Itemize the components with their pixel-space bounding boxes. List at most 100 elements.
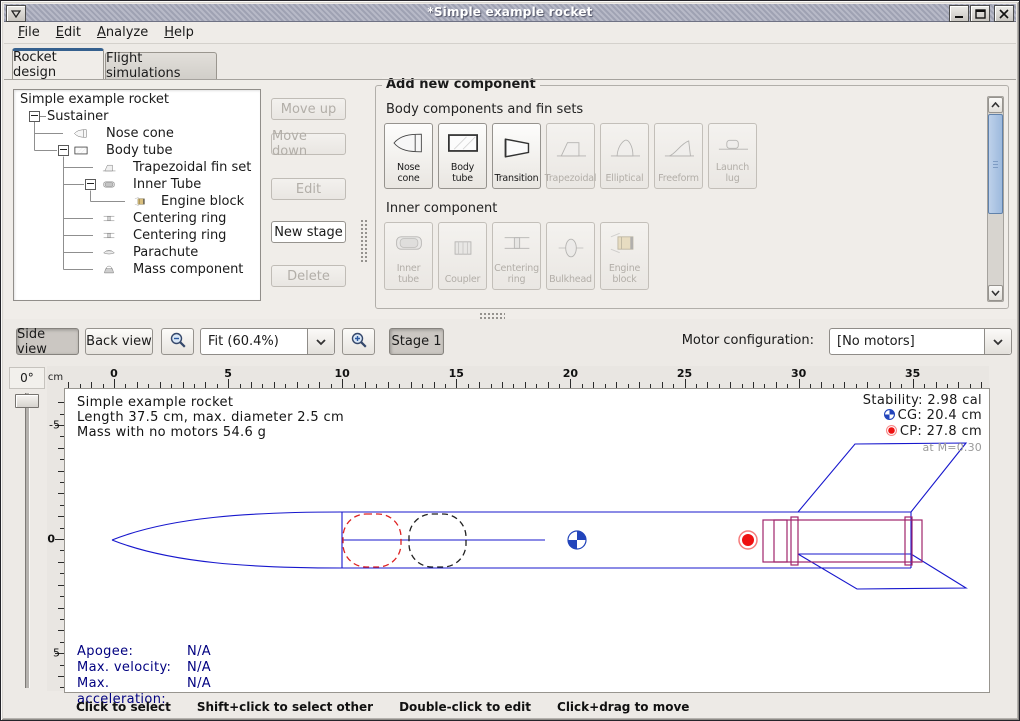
component-button-label: Transition	[495, 174, 539, 186]
view-toolbar: Side view Back view Fit (60.4%) Stage 1 …	[4, 319, 1016, 363]
rotation-slider[interactable]	[25, 393, 30, 688]
tree-item-nose-cone[interactable]: Nose cone	[14, 125, 260, 142]
add-bulkhead-button[interactable]: Bulkhead	[546, 222, 595, 290]
tree-item-label: Body tube	[106, 142, 173, 159]
menu-item-edit[interactable]: Edit	[48, 23, 89, 42]
zoom-in-button[interactable]	[342, 328, 375, 355]
menu-item-file[interactable]: File	[10, 23, 48, 42]
tree-item-centering-ring[interactable]: Centering ring	[14, 227, 260, 244]
chevron-down-icon[interactable]	[307, 329, 334, 354]
motor-configuration-value: [No motors]	[830, 334, 984, 349]
component-button-label: Trapezoidal	[545, 174, 597, 186]
menu-bar: FileEditAnalyzeHelp	[4, 22, 1016, 44]
stage-1-toggle[interactable]: Stage 1	[389, 328, 444, 355]
ruler-label: 10	[335, 367, 350, 380]
component-scrollbar[interactable]	[987, 96, 1004, 302]
status-hint: Click+drag to move	[557, 700, 689, 714]
minimize-button[interactable]	[949, 5, 969, 22]
flight-info-label: Max. velocity:	[77, 660, 187, 676]
tree-item-label: Parachute	[133, 244, 198, 261]
expander-icon[interactable]	[29, 111, 40, 122]
scrollbar-up-icon[interactable]	[988, 97, 1003, 113]
component-button-label: Centering ring	[494, 264, 539, 286]
ruler-label: 5	[224, 367, 232, 380]
add-nose-cone-button[interactable]: Nose cone	[384, 123, 433, 189]
add-body-tube-button[interactable]: Body tube	[438, 123, 487, 189]
chevron-down-icon[interactable]	[984, 329, 1011, 354]
inner-tube-icon	[94, 178, 124, 191]
zoom-level-combo[interactable]: Fit (60.4%)	[200, 328, 335, 355]
add-transition-button[interactable]: Transition	[492, 123, 541, 189]
status-hint: Double-click to edit	[399, 700, 531, 714]
component-button-label: Launch lug	[710, 163, 755, 185]
tree-item-label: Nose cone	[106, 125, 174, 142]
bulkhead-icon	[551, 233, 591, 267]
tree-item-trapezoidal-fin-set[interactable]: Trapezoidal fin set	[14, 159, 260, 176]
delete-button[interactable]: Delete	[271, 265, 346, 287]
tree-item-centering-ring[interactable]: Centering ring	[14, 210, 260, 227]
component-button-label: Inner tube	[386, 264, 431, 286]
rotation-slider-thumb[interactable]	[15, 394, 39, 408]
splitter-handle-vertical[interactable]	[360, 219, 368, 263]
centering-ring-icon	[497, 228, 537, 262]
nose-cone-icon	[64, 127, 98, 140]
splitter-handle-horizontal[interactable]	[479, 312, 505, 319]
status-hint: Shift+click to select other	[197, 700, 373, 714]
add-trapezoidal-button[interactable]: Trapezoidal	[546, 123, 595, 189]
flight-info-value: N/A	[187, 644, 211, 660]
new-stage-button[interactable]: New stage	[271, 221, 346, 243]
motor-configuration-combo[interactable]: [No motors]	[829, 328, 1012, 355]
rocket-canvas[interactable]: Simple example rocketLength 37.5 cm, max…	[64, 388, 990, 693]
add-freeform-button[interactable]: Freeform	[654, 123, 703, 189]
tree-item-mass-component[interactable]: Mass component	[14, 261, 260, 278]
motor-configuration-label: Motor configuration:	[682, 333, 814, 348]
cp-marker	[739, 531, 757, 549]
component-button-label: Bulkhead	[549, 275, 592, 287]
scrollbar-thumb[interactable]	[988, 114, 1003, 214]
component-button-label: Body tube	[440, 163, 485, 185]
ruler-unit-label: cm	[47, 366, 64, 388]
tree-item-parachute[interactable]: Parachute	[14, 244, 260, 261]
tree-item-sustainer[interactable]: Sustainer	[14, 108, 260, 125]
component-tree[interactable]: Simple example rocketSustainerNose coneB…	[13, 89, 261, 301]
application-window: *Simple example rocket FileEditAnalyzeHe…	[0, 0, 1020, 721]
ruler-tick	[342, 379, 343, 388]
tab-rocket-design[interactable]: Rocket design	[12, 48, 104, 79]
add-engine-block-button[interactable]: Engine block	[600, 222, 649, 290]
back-view-button[interactable]: Back view	[85, 328, 153, 355]
centering-ring-fore	[791, 517, 798, 565]
nose-cone-icon	[389, 128, 429, 162]
menu-item-help[interactable]: Help	[156, 23, 202, 42]
flight-info-label: Apogee:	[77, 644, 187, 660]
zoom-out-button[interactable]	[161, 328, 194, 355]
add-elliptical-button[interactable]: Elliptical	[600, 123, 649, 189]
magnifier-plus-icon	[350, 331, 368, 353]
move-down-button[interactable]: Move down	[271, 133, 346, 155]
maximize-button[interactable]	[970, 5, 990, 22]
scrollbar-down-icon[interactable]	[988, 285, 1003, 301]
ruler-label: 20	[563, 367, 578, 380]
tree-item-simple-example-rocket[interactable]: Simple example rocket	[14, 91, 260, 108]
tab-label: Flight simulations	[106, 51, 216, 81]
add-inner-tube-button[interactable]: Inner tube	[384, 222, 433, 290]
tree-item-body-tube[interactable]: Body tube	[14, 142, 260, 159]
ruler-tick	[228, 379, 229, 388]
stability-info: Stability: 2.98 cal CG: 20.4 cm CP: 27.8…	[863, 393, 982, 455]
add-coupler-button[interactable]: Coupler	[438, 222, 487, 290]
magnifier-minus-icon	[169, 331, 187, 353]
add-launch-lug-button[interactable]: Launch lug	[708, 123, 757, 189]
tree-item-engine-block[interactable]: Engine block	[14, 193, 260, 210]
add-centering-ring-button[interactable]: Centering ring	[492, 222, 541, 290]
tab-flight-simulations[interactable]: Flight simulations	[105, 52, 217, 79]
edit-button[interactable]: Edit	[271, 178, 346, 200]
title-bar[interactable]: *Simple example rocket	[4, 4, 1016, 22]
close-button[interactable]	[994, 5, 1014, 22]
move-up-button[interactable]: Move up	[271, 98, 346, 120]
status-bar: Click to selectShift+click to select oth…	[4, 695, 1016, 719]
menu-item-analyze[interactable]: Analyze	[89, 23, 156, 42]
section-label: Inner component	[386, 201, 978, 216]
centering-ring-icon	[94, 229, 124, 242]
tree-item-label: Centering ring	[133, 227, 226, 244]
side-view-button[interactable]: Side view	[16, 328, 79, 355]
tree-item-inner-tube[interactable]: Inner Tube	[14, 176, 260, 193]
